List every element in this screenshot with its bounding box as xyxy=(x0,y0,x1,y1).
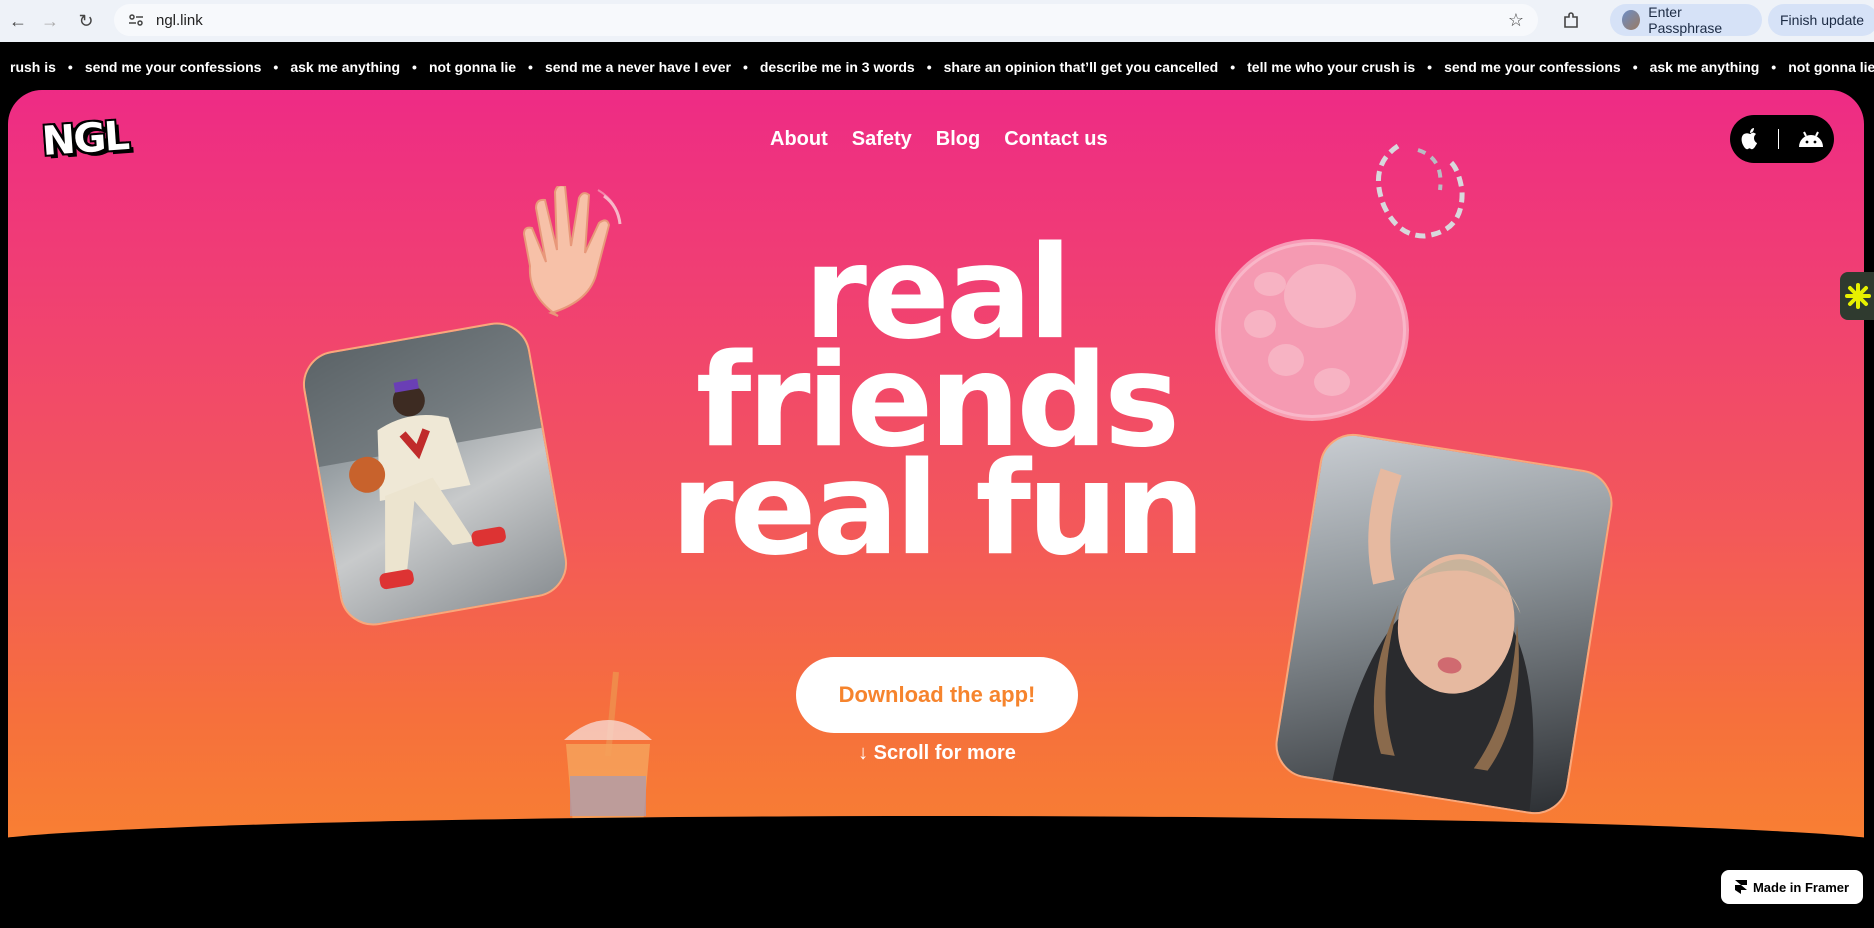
extensions-icon[interactable] xyxy=(1558,8,1584,34)
android-icon[interactable] xyxy=(1797,129,1825,149)
nav-about[interactable]: About xyxy=(770,128,828,151)
back-icon[interactable]: ← xyxy=(0,3,36,39)
reload-icon[interactable]: ↻ xyxy=(68,3,104,39)
scroll-for-more[interactable]: ↓ Scroll for more xyxy=(0,742,1874,765)
marquee-item: send me your confessions xyxy=(84,59,262,75)
finish-update-button[interactable]: Finish update xyxy=(1768,4,1874,36)
marquee-separator: • xyxy=(528,59,533,75)
marquee-item: share an opinion that’ll get you cancell… xyxy=(943,59,1219,75)
profile-avatar xyxy=(1622,10,1641,30)
passphrase-label: Enter Passphrase xyxy=(1648,4,1723,36)
store-divider xyxy=(1778,129,1780,149)
hero-bottom-curve xyxy=(8,816,1864,928)
site-settings-icon[interactable] xyxy=(128,12,144,28)
url-text[interactable]: ngl.link xyxy=(156,12,203,29)
marquee-item: not gonna lie xyxy=(428,59,517,75)
hero-section: NGL About Safety Blog Contact us real fr… xyxy=(8,90,1864,928)
asterisk-flower-icon xyxy=(1845,283,1871,309)
nav-blog[interactable]: Blog xyxy=(936,128,980,151)
ngl-logo[interactable]: NGL xyxy=(41,113,130,165)
forward-icon[interactable]: → xyxy=(32,3,68,39)
passphrase-button[interactable]: Enter Passphrase xyxy=(1610,4,1762,36)
main-nav: About Safety Blog Contact us xyxy=(770,128,1108,151)
download-app-button[interactable]: Download the app! xyxy=(796,657,1078,733)
marquee-item: send me your confessions xyxy=(1444,59,1621,75)
prompt-marquee: rush is • send me your confessions • ask me … xyxy=(0,42,1874,92)
marquee-separator: • xyxy=(742,59,748,75)
marquee-item: tell me who your crush is xyxy=(1247,59,1416,75)
marquee-item: ask me anything xyxy=(1649,59,1760,75)
made-in-framer-badge[interactable]: Made in Framer xyxy=(1721,870,1863,904)
marquee-separator: • xyxy=(1230,59,1236,75)
nav-contact-us[interactable]: Contact us xyxy=(1004,128,1107,151)
nav-safety[interactable]: Safety xyxy=(852,128,912,151)
marquee-item: not gonna lie xyxy=(1788,59,1874,75)
framer-label: Made in Framer xyxy=(1752,879,1850,895)
browser-toolbar: ← → ↻ ngl.link ☆ Enter Passphrase Finish… xyxy=(0,0,1874,42)
marquee-separator: • xyxy=(1632,59,1638,75)
marquee-separator: • xyxy=(67,59,73,75)
bookmark-star-icon[interactable]: ☆ xyxy=(1508,10,1524,31)
marquee-separator: • xyxy=(273,59,279,75)
apple-icon[interactable] xyxy=(1739,126,1761,152)
marquee-separator: • xyxy=(1771,59,1777,75)
hero-headline: real friends real fun xyxy=(8,230,1864,584)
marquee-item: ask me anything xyxy=(290,59,401,75)
finish-update-label: Finish update xyxy=(1780,12,1865,28)
marquee-item: describe me in 3 words xyxy=(759,59,915,75)
scroll-label: Scroll for more xyxy=(873,742,1016,764)
marquee-separator: • xyxy=(926,59,932,75)
headline-line-3: real fun xyxy=(670,435,1206,584)
marquee-separator: • xyxy=(412,59,417,75)
address-bar[interactable]: ngl.link ☆ xyxy=(114,4,1538,36)
arrow-down-icon: ↓ xyxy=(858,742,869,764)
app-store-links xyxy=(1730,115,1834,163)
marquee-separator: • xyxy=(1427,59,1433,75)
marquee-item: rush is xyxy=(10,59,56,75)
framer-logo-icon xyxy=(1734,880,1747,894)
side-widget-button[interactable] xyxy=(1840,272,1874,320)
marquee-item: send me a never have I ever xyxy=(544,59,731,75)
